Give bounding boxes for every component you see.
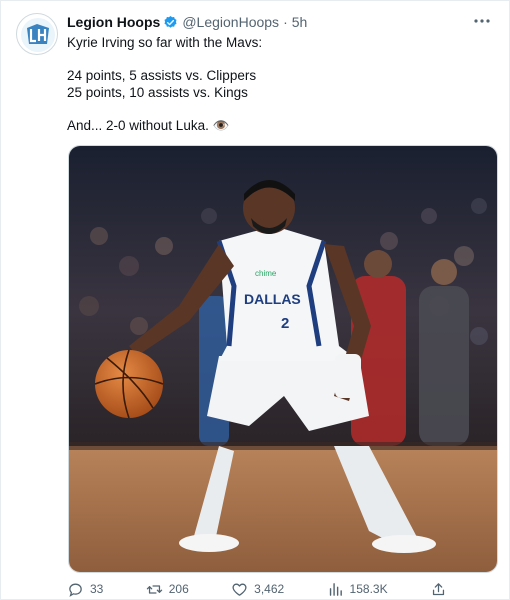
- views-icon: [329, 582, 342, 596]
- tweet-media-photo[interactable]: DALLAS 2 chime: [68, 145, 498, 573]
- tweet-card: Legion Hoops @LegionHoops · 5h Kyrie Irv…: [0, 0, 510, 600]
- tweet-text-line: [67, 101, 487, 118]
- avatar[interactable]: [16, 13, 58, 55]
- reply-count: 33: [90, 582, 104, 596]
- tweet-text-line: 25 points, 10 assists vs. Kings: [67, 84, 248, 100]
- tweet-text-line: 24 points, 5 assists vs. Clippers: [67, 68, 257, 83]
- tweet-text-line: [67, 52, 487, 69]
- jersey-text: DALLAS: [244, 291, 301, 307]
- retweet-count: 206: [168, 582, 189, 596]
- display-name[interactable]: Legion Hoops: [67, 14, 160, 30]
- tweet-text-line: And... 2-0 without Luka. 👁️: [67, 117, 230, 133]
- heart-icon: [232, 583, 247, 596]
- jersey-number: 2: [281, 315, 289, 332]
- share-icon: [432, 582, 445, 595]
- verified-badge-icon: [164, 15, 177, 28]
- tweet-text-line: Kyrie Irving so far with the Mavs:: [67, 35, 263, 50]
- reply-icon: [69, 583, 82, 597]
- separator-dot: ·: [283, 14, 288, 30]
- legion-hoops-logo: [21, 18, 55, 52]
- like-count: 3,462: [254, 582, 285, 596]
- more-button[interactable]: [471, 11, 493, 31]
- jersey-sponsor: chime: [255, 269, 277, 278]
- like-button[interactable]: 3,462: [231, 581, 284, 598]
- handle[interactable]: @LegionHoops: [182, 14, 279, 30]
- views-count: 158.3K: [349, 582, 388, 596]
- tweet-header: Legion Hoops @LegionHoops · 5h: [67, 13, 307, 31]
- tweet-actions: 33 206 3,462 158.3K: [67, 579, 447, 599]
- more-icon: [474, 19, 490, 23]
- basketball-player-photo: DALLAS 2 chime: [69, 146, 497, 572]
- tweet-text: Kyrie Irving so far with the Mavs: 24 po…: [67, 35, 487, 134]
- views-button[interactable]: 158.3K: [327, 581, 388, 598]
- retweet-icon: [146, 584, 162, 594]
- timestamp[interactable]: 5h: [292, 14, 308, 30]
- reply-button[interactable]: 33: [67, 581, 103, 598]
- retweet-button[interactable]: 206: [146, 581, 189, 598]
- share-button[interactable]: [430, 581, 447, 598]
